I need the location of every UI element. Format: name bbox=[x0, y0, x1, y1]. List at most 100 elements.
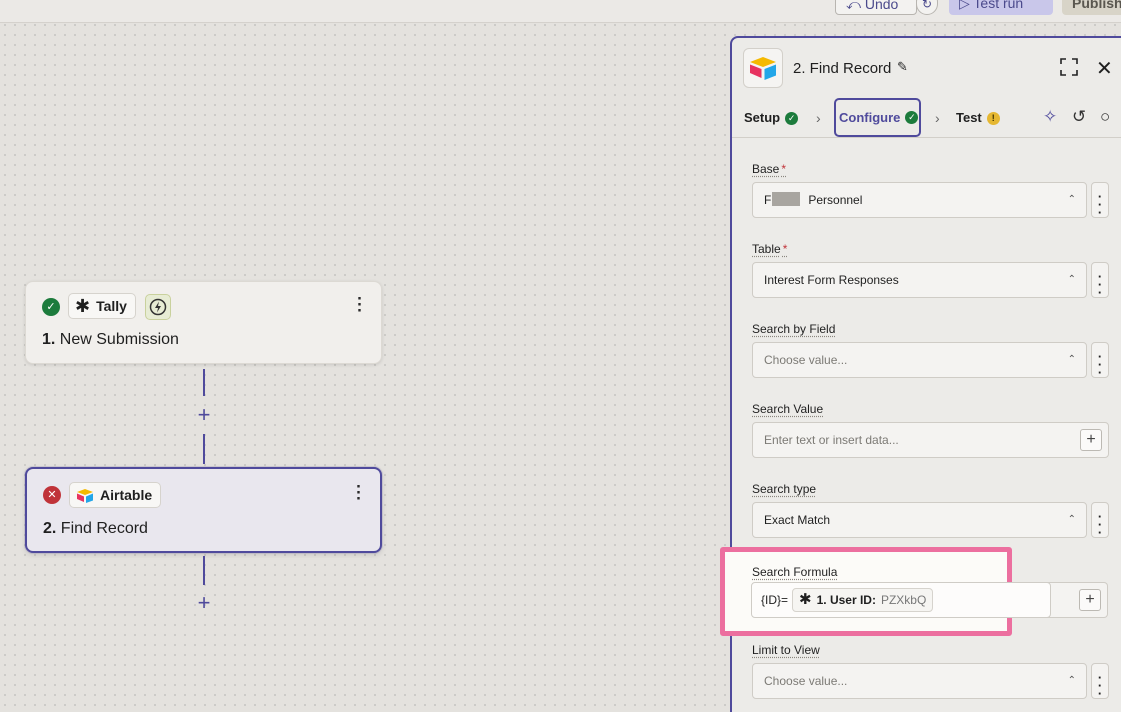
history-button[interactable]: ↻ bbox=[916, 0, 938, 15]
base-label: Base * bbox=[752, 162, 786, 176]
tab-label: Setup bbox=[744, 98, 780, 138]
app-name: Airtable bbox=[100, 483, 152, 507]
tally-logo-icon: ✱ bbox=[75, 294, 90, 318]
limit-to-view-select[interactable]: Choose value... ⌃ bbox=[752, 663, 1087, 699]
tab-configure[interactable]: Configure ✓ bbox=[834, 98, 921, 137]
publish-button[interactable]: Publish bbox=[1062, 0, 1121, 15]
refresh-icon[interactable]: ↺ bbox=[1072, 107, 1086, 127]
undo-button[interactable]: ⤺ Undo bbox=[835, 0, 917, 15]
required-marker: * bbox=[783, 242, 788, 256]
chevron-up-down-icon: ⌃ bbox=[1068, 183, 1076, 217]
search-type-more-button[interactable]: · · · bbox=[1091, 502, 1109, 538]
search-value-label: Search Value bbox=[752, 402, 823, 416]
data-pill[interactable]: ✱ 1. User ID: PZXkbQ bbox=[792, 588, 933, 612]
connector-line bbox=[203, 556, 205, 585]
app-name: Tally bbox=[96, 294, 127, 318]
tally-logo-icon: ✱ bbox=[799, 589, 812, 611]
chevron-right-icon: › bbox=[935, 98, 940, 138]
chevron-right-icon: › bbox=[816, 98, 821, 138]
success-check-icon: ✓ bbox=[42, 298, 60, 316]
search-type-select[interactable]: Exact Match ⌃ bbox=[752, 502, 1087, 538]
step-menu-icon[interactable]: · · · bbox=[357, 296, 363, 314]
search-value-input[interactable]: Enter text or insert data... + bbox=[752, 422, 1109, 458]
undo-label: Undo bbox=[865, 0, 898, 12]
search-type-label: Search type bbox=[752, 482, 816, 496]
test-run-button[interactable]: ▷ Test run bbox=[949, 0, 1053, 15]
check-icon: ✓ bbox=[785, 112, 798, 125]
formula-prefix: {ID}= bbox=[761, 583, 788, 617]
tab-test[interactable]: Test ! bbox=[956, 98, 1000, 138]
step-title: 2. Find Record bbox=[43, 520, 148, 538]
insert-data-plus-icon[interactable]: + bbox=[1080, 429, 1102, 451]
table-label: Table * bbox=[752, 242, 787, 256]
table-value: Interest Form Responses bbox=[764, 273, 899, 287]
limit-to-view-more-button[interactable]: · · · bbox=[1091, 663, 1109, 699]
error-x-icon: ✕ bbox=[43, 486, 61, 504]
top-toolbar: ⤺ Undo ↻ ▷ Test run Publish bbox=[0, 0, 1121, 23]
base-value: Personnel bbox=[808, 193, 862, 207]
search-by-field-label: Search by Field bbox=[752, 322, 835, 336]
check-icon: ✓ bbox=[905, 111, 918, 124]
placeholder-text: Enter text or insert data... bbox=[764, 433, 899, 447]
placeholder-text: Choose value... bbox=[764, 353, 847, 367]
insert-data-plus-icon[interactable]: + bbox=[1079, 589, 1101, 611]
pill-value: PZXkbQ bbox=[881, 589, 926, 611]
airtable-logo-icon bbox=[743, 48, 783, 88]
limit-to-view-label: Limit to View bbox=[752, 643, 820, 657]
ai-sparkle-icon[interactable]: ✧ bbox=[1043, 107, 1057, 127]
search-formula-input[interactable]: {ID}= ✱ 1. User ID: PZXkbQ bbox=[751, 582, 1051, 618]
instant-trigger-icon bbox=[145, 294, 171, 320]
app-chip-airtable: Airtable bbox=[69, 482, 161, 508]
chevron-up-down-icon: ⌃ bbox=[1068, 503, 1076, 537]
search-icon[interactable]: ○ bbox=[1100, 107, 1110, 127]
tab-label: Test bbox=[956, 98, 982, 138]
warning-icon: ! bbox=[987, 112, 1000, 125]
step-number: 1. bbox=[42, 331, 55, 348]
tab-label: Configure bbox=[839, 98, 900, 138]
edit-pencil-icon[interactable]: ✎ bbox=[897, 59, 908, 75]
label-text: Base bbox=[752, 162, 779, 176]
tab-setup[interactable]: Setup ✓ bbox=[744, 98, 798, 138]
base-more-button[interactable]: · · · bbox=[1091, 182, 1109, 218]
required-marker: * bbox=[781, 162, 786, 176]
step-title: 1. New Submission bbox=[42, 331, 179, 349]
search-by-field-more-button[interactable]: · · · bbox=[1091, 342, 1109, 378]
search-formula-highlight: Search Formula {ID}= ✱ 1. User ID: PZXkb… bbox=[720, 547, 1012, 636]
table-select[interactable]: Interest Form Responses ⌃ bbox=[752, 262, 1087, 298]
add-step-plus-icon[interactable]: + bbox=[194, 405, 214, 425]
redacted-block bbox=[772, 192, 800, 206]
base-value-prefix: F bbox=[764, 193, 771, 207]
table-more-button[interactable]: · · · bbox=[1091, 262, 1109, 298]
step-name: New Submission bbox=[60, 331, 179, 348]
panel-tabs: Setup ✓ › Configure ✓ › Test ! ✧ ↺ ○ bbox=[732, 98, 1121, 138]
chevron-up-down-icon: ⌃ bbox=[1068, 664, 1076, 698]
close-icon[interactable]: ✕ bbox=[1096, 56, 1113, 81]
history-icon: ↻ bbox=[922, 0, 932, 11]
chevron-up-down-icon: ⌃ bbox=[1068, 343, 1076, 377]
search-type-value: Exact Match bbox=[764, 513, 830, 527]
label-text: Table bbox=[752, 242, 781, 256]
step-name: Find Record bbox=[61, 520, 148, 537]
connector-line bbox=[203, 369, 205, 396]
play-icon: ▷ bbox=[959, 0, 973, 11]
placeholder-text: Choose value... bbox=[764, 674, 847, 688]
app-chip-tally: ✱ Tally bbox=[68, 293, 136, 319]
publish-label: Publish bbox=[1072, 0, 1121, 11]
expand-icon[interactable] bbox=[1060, 58, 1078, 81]
step-number: 2. bbox=[43, 520, 56, 537]
connector-line bbox=[203, 434, 205, 464]
search-by-field-select[interactable]: Choose value... ⌃ bbox=[752, 342, 1087, 378]
step-card-1[interactable]: ✓ ✱ Tally · · · 1. New Submission bbox=[25, 281, 382, 364]
step-menu-icon[interactable]: · · · bbox=[356, 484, 362, 502]
add-step-plus-icon[interactable]: + bbox=[194, 593, 214, 613]
test-run-label: Test run bbox=[973, 0, 1023, 11]
panel-header: 2. Find Record ✎ ✕ bbox=[732, 38, 1121, 102]
panel-title: 2. Find Record bbox=[793, 60, 891, 77]
airtable-logo-icon bbox=[76, 488, 94, 503]
base-select[interactable]: F Personnel ⌃ bbox=[752, 182, 1087, 218]
undo-icon: ⤺ bbox=[846, 0, 865, 12]
chevron-up-down-icon: ⌃ bbox=[1068, 263, 1076, 297]
pill-step: 1. User ID: bbox=[817, 589, 876, 611]
step-card-2[interactable]: ✕ Airtable · · · 2. Find Record bbox=[25, 467, 382, 553]
search-formula-label: Search Formula bbox=[752, 565, 837, 579]
